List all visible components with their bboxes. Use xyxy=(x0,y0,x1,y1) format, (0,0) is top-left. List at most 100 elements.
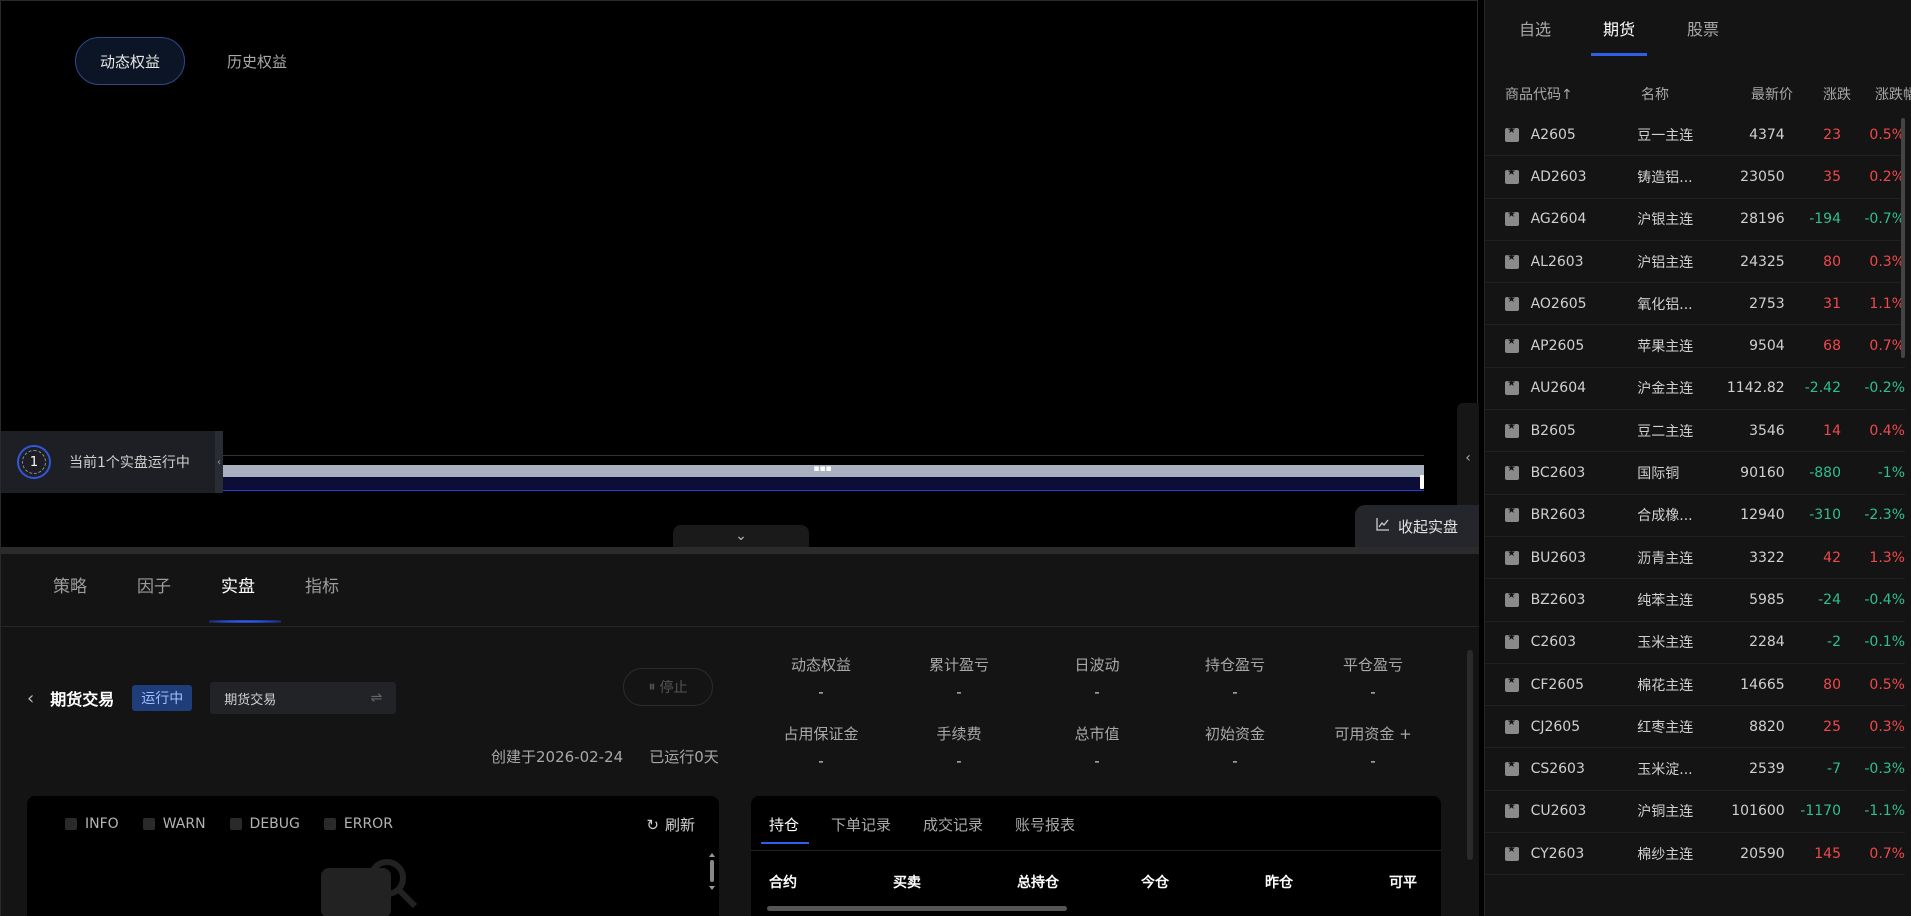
column-change[interactable]: 涨跌 xyxy=(1793,84,1851,104)
row-change-pct: 0.7% xyxy=(1869,338,1905,355)
table-row[interactable]: CY2603 棉纱主连 20590 145 0.7% xyxy=(1485,833,1905,876)
table-row[interactable]: AO2605 氧化铝... 2753 31 1.1% xyxy=(1485,283,1905,326)
filter-error[interactable]: ERROR xyxy=(323,816,393,832)
favorite-icon[interactable] xyxy=(1505,548,1519,565)
favorite-icon[interactable] xyxy=(1505,294,1519,311)
filter-info[interactable]: INFO xyxy=(65,816,119,832)
watchlist-scrollbar[interactable] xyxy=(1901,118,1905,358)
back-icon[interactable]: ‹ xyxy=(27,688,34,709)
checkbox[interactable] xyxy=(65,818,77,830)
favorite-icon[interactable] xyxy=(1505,209,1519,227)
zoom-slider-window[interactable] xyxy=(221,477,1424,491)
table-row[interactable]: BR2603 合成橡... 12940 -310 -2.3% xyxy=(1485,495,1905,537)
table-row[interactable]: AD2603 铸造铝... 23050 35 0.2% xyxy=(1485,156,1905,199)
filter-warn[interactable]: WARN xyxy=(142,816,206,832)
row-code: AL2603 xyxy=(1530,253,1584,270)
row-code: BZ2603 xyxy=(1530,591,1586,608)
tab-dynamic-equity[interactable]: 动态权益 xyxy=(75,37,186,85)
metric-value: - xyxy=(956,752,962,770)
row-change-pct: -0.2% xyxy=(1864,380,1905,397)
table-row[interactable]: BU2603 沥青主连 3322 42 1.3% xyxy=(1485,537,1905,580)
column-change-pct[interactable]: 涨跌幅 xyxy=(1851,84,1911,104)
tab-indicator[interactable]: 指标 xyxy=(305,572,389,618)
tab-strategy[interactable]: 策略 xyxy=(53,572,137,618)
table-row[interactable]: AL2603 沪铝主连 24325 80 0.3% xyxy=(1485,241,1905,284)
running-indicator[interactable]: 1 当前1个实盘运行中 ‹ xyxy=(1,431,223,493)
table-row[interactable]: A2605 豆一主连 4374 23 0.5% xyxy=(1485,114,1905,157)
tab-account-report[interactable]: 账号报表 xyxy=(1015,814,1075,835)
favorite-icon[interactable] xyxy=(1505,463,1519,481)
row-change: 25 xyxy=(1823,718,1841,735)
favorite-icon[interactable] xyxy=(1505,801,1519,819)
table-row[interactable]: CS2603 玉米淀... 2539 -7 -0.3% xyxy=(1485,748,1905,791)
tab-orders[interactable]: 下单记录 xyxy=(831,814,891,835)
table-row[interactable]: BZ2603 纯苯主连 5985 -24 -0.4% xyxy=(1485,579,1905,622)
tab-live[interactable]: 实盘 xyxy=(209,572,305,623)
refresh-label: 刷新 xyxy=(664,816,695,834)
table-row[interactable]: B2605 豆二主连 3546 14 0.4% xyxy=(1485,410,1905,453)
favorite-icon[interactable] xyxy=(1505,336,1519,354)
metric-margin: 占用保证金 - xyxy=(761,723,881,770)
tab-favorites[interactable]: 自选 xyxy=(1519,16,1551,54)
metric-available-funds[interactable]: 可用资金 + - xyxy=(1313,723,1433,770)
table-row[interactable]: CF2605 棉花主连 14665 80 0.5% xyxy=(1485,664,1905,707)
zoom-slider-track xyxy=(221,455,1424,456)
checkbox[interactable] xyxy=(229,818,242,830)
favorite-icon[interactable] xyxy=(1505,252,1519,269)
column-code[interactable]: 商品代码↑ xyxy=(1505,84,1641,104)
tab-positions[interactable]: 持仓 xyxy=(760,814,810,844)
panel-scrollbar[interactable] xyxy=(1467,650,1473,860)
row-price: 14665 xyxy=(1740,676,1785,693)
fold-live-button[interactable]: 收起实盘 xyxy=(1355,505,1479,547)
favorite-icon[interactable] xyxy=(1505,421,1519,438)
favorite-icon[interactable] xyxy=(1505,590,1519,607)
favorite-icon[interactable] xyxy=(1505,125,1519,142)
refresh-button[interactable]: ↻ 刷新 xyxy=(646,814,695,835)
checkbox[interactable] xyxy=(323,818,336,830)
favorite-icon[interactable] xyxy=(1505,167,1519,184)
zoom-slider-bar[interactable]: ▪▪▪ xyxy=(221,465,1424,477)
favorite-icon[interactable] xyxy=(1505,844,1519,861)
log-scrollbar[interactable] xyxy=(709,852,715,892)
log-panel: INFO WARN DEBUG ERROR ↻ 刷新 xyxy=(27,796,719,916)
row-name: 铸造铝... xyxy=(1637,169,1693,186)
row-change: 145 xyxy=(1814,845,1841,862)
favorite-icon[interactable] xyxy=(1505,759,1519,777)
column-price[interactable]: 最新价 xyxy=(1715,84,1793,104)
positions-hscrollbar[interactable] xyxy=(767,906,1067,911)
table-row[interactable]: AG2604 沪银主连 28196 -194 -0.7% xyxy=(1485,199,1905,241)
favorite-icon[interactable] xyxy=(1505,505,1519,523)
chevron-down-icon[interactable]: ⌄ xyxy=(673,525,809,547)
table-row[interactable]: C2603 玉米主连 2284 -2 -0.1% xyxy=(1485,622,1905,664)
chevron-left-icon[interactable]: ‹ xyxy=(215,431,223,493)
zoom-slider-handle[interactable] xyxy=(1420,475,1424,489)
tab-stocks[interactable]: 股票 xyxy=(1687,16,1719,54)
row-change-pct: 0.4% xyxy=(1869,422,1905,439)
favorite-icon[interactable] xyxy=(1505,717,1519,734)
table-row[interactable]: AU2604 沪金主连 1142.82 -2.42 -0.2% xyxy=(1485,368,1905,411)
column-name[interactable]: 名称 xyxy=(1641,84,1715,104)
row-change-pct: 0.5% xyxy=(1869,126,1905,143)
row-code: CS2603 xyxy=(1530,761,1585,778)
tab-history-equity[interactable]: 历史权益 xyxy=(203,37,311,85)
table-row[interactable]: AP2605 苹果主连 9504 68 0.7% xyxy=(1485,325,1905,368)
filter-label: WARN xyxy=(162,816,206,832)
checkbox[interactable] xyxy=(142,818,155,830)
chevron-left-icon[interactable]: ‹ xyxy=(1457,403,1479,513)
stop-button[interactable]: ⏸ 停止 xyxy=(623,668,713,706)
metric-value: - xyxy=(1094,683,1100,701)
tab-futures[interactable]: 期货 xyxy=(1591,16,1648,56)
tab-factor[interactable]: 因子 xyxy=(137,572,221,618)
table-row[interactable]: CU2603 沪铜主连 101600 -1170 -1.1% xyxy=(1485,791,1905,834)
row-change: 80 xyxy=(1823,676,1841,693)
table-row[interactable]: CJ2605 红枣主连 8820 25 0.3% xyxy=(1485,706,1905,749)
favorite-icon[interactable] xyxy=(1505,632,1519,650)
row-price: 4374 xyxy=(1749,126,1785,143)
favorite-icon[interactable] xyxy=(1505,378,1519,396)
favorite-icon[interactable] xyxy=(1505,675,1519,692)
metric-label: 总市值 xyxy=(1074,725,1120,743)
trade-select[interactable]: 期货交易 ⇌ xyxy=(210,682,397,714)
filter-debug[interactable]: DEBUG xyxy=(229,816,300,832)
table-row[interactable]: BC2603 国际铜 90160 -880 -1% xyxy=(1485,452,1905,495)
tab-trades[interactable]: 成交记录 xyxy=(923,814,983,835)
